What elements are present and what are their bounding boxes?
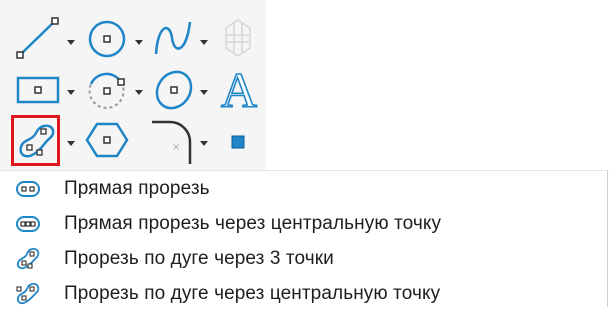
menu-item-centerpoint-arc-slot[interactable]: Прорезь по дуге через центральную точку	[0, 278, 607, 310]
fillet-tool-dropdown-icon[interactable]	[200, 139, 208, 147]
rectangle-tool-icon[interactable]	[14, 68, 62, 112]
fillet-tool-icon[interactable]: ×	[150, 118, 198, 166]
menu-item-label: Прорезь по дуге через 3 точки	[64, 248, 334, 269]
menu-item-straight-slot[interactable]: Прямая прорезь	[0, 173, 607, 205]
line-tool-dropdown-icon[interactable]	[67, 38, 75, 46]
menu-item-label: Прямая прорезь через центральную точку	[64, 213, 442, 234]
spline-tool-dropdown-icon[interactable]	[200, 38, 208, 46]
slot-tool-dropdown-icon[interactable]	[67, 139, 75, 147]
grid-tool-icon[interactable]	[218, 14, 258, 62]
svg-text:×: ×	[172, 142, 180, 153]
text-tool-glyph: A	[221, 64, 257, 112]
ellipse-tool-dropdown-icon[interactable]	[200, 88, 208, 96]
slot-tool-flyout-menu: Прямая прорезь Прямая прорезь через цент…	[0, 170, 609, 308]
selected-tool-highlight	[11, 115, 60, 166]
rectangle-tool-dropdown-icon[interactable]	[67, 88, 75, 96]
spline-tool-icon[interactable]	[150, 14, 198, 62]
ellipse-tool-icon[interactable]	[150, 66, 198, 114]
menu-item-label: Прямая прорезь	[64, 178, 210, 199]
polygon-tool-icon[interactable]	[83, 118, 131, 162]
menu-item-three-point-arc-slot[interactable]: Прорезь по дуге через 3 точки	[0, 243, 607, 275]
arc-tool-icon[interactable]	[83, 66, 131, 114]
centerpoint-straight-slot-icon	[15, 211, 41, 237]
circle-tool-icon[interactable]	[83, 14, 131, 62]
centerpoint-arc-slot-icon	[15, 281, 41, 307]
point-tool-icon[interactable]	[231, 135, 245, 149]
arc-tool-dropdown-icon[interactable]	[135, 88, 143, 96]
line-tool-icon[interactable]	[14, 14, 62, 62]
menu-border	[607, 170, 608, 307]
circle-tool-dropdown-icon[interactable]	[135, 38, 143, 46]
straight-slot-icon	[15, 176, 41, 202]
menu-item-centerpoint-straight-slot[interactable]: Прямая прорезь через центральную точку	[0, 208, 607, 240]
sketch-toolbar: A ×	[0, 0, 266, 174]
menu-item-label: Прорезь по дуге через центральную точку	[64, 283, 441, 304]
three-point-arc-slot-icon	[15, 246, 41, 272]
text-tool-icon[interactable]: A	[216, 64, 262, 112]
